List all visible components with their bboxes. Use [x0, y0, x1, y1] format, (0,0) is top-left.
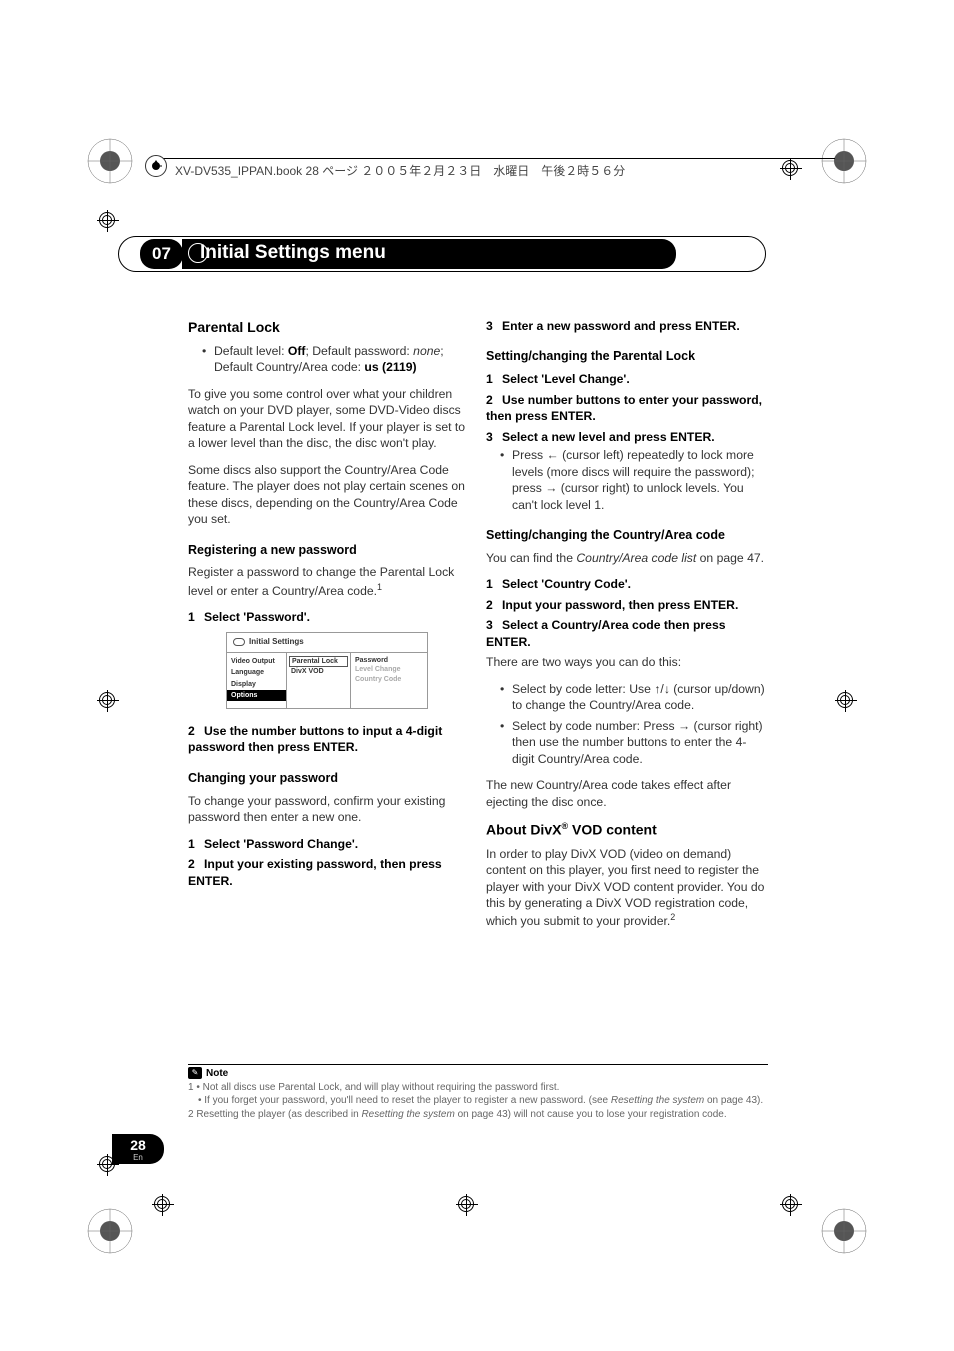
- register-mark-tr: [819, 136, 869, 186]
- crosshair-icon: [97, 210, 119, 232]
- crosshair-icon: [152, 1194, 174, 1216]
- register-mark-tl: [85, 136, 135, 186]
- arrow-up-icon: ↑: [654, 682, 660, 696]
- para-intro-2: Some discs also support the Country/Area…: [188, 462, 468, 528]
- header-arrow-icon: [145, 155, 167, 177]
- note-section: ✎ Note 1 • Not all discs use Parental Loc…: [188, 1064, 768, 1121]
- arrow-right-icon: →: [545, 481, 557, 495]
- para-intro-1: To give you some control over what your …: [188, 386, 468, 452]
- settings-screenshot: Initial Settings Video Output Language D…: [226, 632, 428, 709]
- sc-step-1: 1Select 'Country Code'.: [486, 576, 766, 592]
- section-circle-icon: [188, 243, 208, 263]
- arrow-left-icon: ←: [547, 448, 559, 462]
- left-column: Parental Lock Default level: Off; Defaul…: [188, 318, 468, 940]
- step-c2: 2Input your existing password, then pres…: [188, 856, 468, 889]
- register-mark-bl: [85, 1206, 135, 1256]
- header-file-text: XV-DV535_IPPAN.book 28 ページ ２００５年２月２３日 水曜…: [175, 162, 625, 179]
- crosshair-icon: [780, 1194, 802, 1216]
- sl-bullet: Press ← (cursor left) repeatedly to lock…: [500, 447, 766, 513]
- header-rule: [155, 158, 835, 159]
- sc-step-2: 2Input your password, then press ENTER.: [486, 597, 766, 613]
- note-icon: ✎: [188, 1067, 202, 1079]
- sl-step-1: 1Select 'Level Change'.: [486, 371, 766, 387]
- crosshair-icon: [780, 158, 802, 180]
- crosshair-icon: [97, 690, 119, 712]
- step-c1: 1Select 'Password Change'.: [188, 836, 468, 852]
- crosshair-icon: [456, 1194, 478, 1216]
- sc-after: The new Country/Area code takes effect a…: [486, 777, 766, 810]
- note-title: Note: [206, 1068, 228, 1079]
- page-number-badge: 28 En: [112, 1134, 164, 1164]
- page-number: 28: [112, 1134, 164, 1153]
- ui-col-2: Parental Lock DivX VOD: [287, 653, 351, 708]
- page: XV-DV535_IPPAN.book 28 ページ ２００５年２月２３日 水曜…: [0, 0, 954, 1351]
- sc-intro: You can find the Country/Area code list …: [486, 550, 766, 566]
- ui-title: Initial Settings: [227, 633, 427, 652]
- step-3: 3Enter a new password and press ENTER.: [486, 318, 766, 334]
- section-number: 07: [140, 239, 183, 269]
- step-1: 1Select 'Password'.: [188, 609, 468, 625]
- ui-col-1: Video Output Language Display Options: [227, 653, 287, 708]
- heading-changing-password: Changing your password: [188, 770, 468, 787]
- crosshair-icon: [835, 690, 857, 712]
- para-register: Register a password to change the Parent…: [188, 564, 468, 599]
- arrow-right-icon: →: [678, 719, 690, 733]
- sc-bullet-1: Select by code letter: Use ↑/↓ (cursor u…: [500, 681, 766, 714]
- heading-parental-lock: Parental Lock: [188, 318, 468, 337]
- disc-icon: [233, 638, 245, 646]
- heading-divx: About DivX® VOD content: [486, 820, 766, 840]
- sc-step-3: 3Select a Country/Area code then press E…: [486, 617, 766, 650]
- heading-set-parental: Setting/changing the Parental Lock: [486, 348, 766, 365]
- sl-step-2: 2Use number buttons to enter your passwo…: [486, 392, 766, 425]
- para-changing: To change your password, confirm your ex…: [188, 793, 468, 826]
- note-1a: 1 • Not all discs use Parental Lock, and…: [188, 1081, 768, 1095]
- content-columns: Parental Lock Default level: Off; Defaul…: [188, 318, 768, 940]
- step-2: 2Use the number buttons to input a 4-dig…: [188, 723, 468, 756]
- sl-step-3: 3Select a new level and press ENTER.: [486, 429, 766, 445]
- default-bullet: Default level: Off; Default password: no…: [202, 343, 468, 376]
- register-mark-br: [819, 1206, 869, 1256]
- sc-ways: There are two ways you can do this:: [486, 654, 766, 670]
- page-lang: En: [112, 1153, 164, 1162]
- sc-bullet-2: Select by code number: Press → (cursor r…: [500, 718, 766, 767]
- section-title: Initial Settings menu: [182, 239, 676, 269]
- right-column: 3Enter a new password and press ENTER. S…: [486, 318, 766, 940]
- ui-col-3: Password Level Change Country Code: [351, 653, 427, 708]
- heading-set-country: Setting/changing the Country/Area code: [486, 527, 766, 544]
- note-2: 2 Resetting the player (as described in …: [188, 1108, 768, 1122]
- heading-register-password: Registering a new password: [188, 542, 468, 559]
- note-1b: • If you forget your password, you'll ne…: [188, 1094, 768, 1108]
- divx-para: In order to play DivX VOD (video on dema…: [486, 846, 766, 930]
